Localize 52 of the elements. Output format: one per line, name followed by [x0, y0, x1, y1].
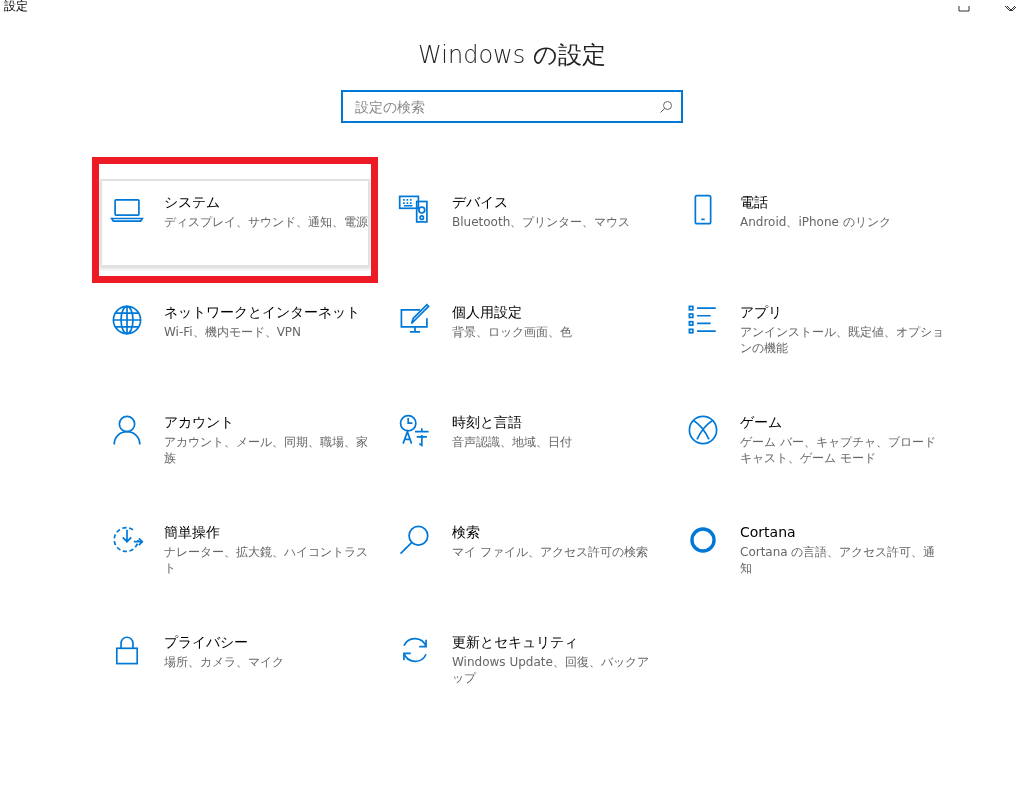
category-title: ゲーム — [740, 413, 783, 431]
category-description: ナレーター、拡大鏡、ハイコントラスト — [164, 544, 368, 576]
category-tile[interactable]: ネットワークとインターネット Wi-Fi、機内モード、VPN — [100, 289, 370, 377]
page-heading: Windows の設定 — [417, 40, 607, 70]
category-title: 電話 — [740, 193, 769, 211]
maximize-icon[interactable] — [958, 6, 970, 12]
category-description: 背景、ロック画面、色 — [452, 324, 573, 340]
category-description: Bluetooth、プリンター、マウス — [452, 214, 632, 230]
category-description: Wi-Fi、機内モード、VPN — [164, 324, 303, 340]
category-tile[interactable]: 時刻と言語 音声認識、地域、日付 — [388, 399, 658, 487]
category-title: プライバシー — [164, 633, 249, 651]
xbox-icon — [686, 413, 720, 447]
category-tile[interactable]: ゲーム ゲーム バー、キャプチャ、ブロードキャスト、ゲーム モード — [676, 399, 946, 487]
category-description: Android、iPhone のリンク — [740, 214, 892, 230]
window-title: 設定 — [3, 0, 28, 12]
search-icon — [398, 523, 432, 557]
category-title: 時刻と言語 — [452, 413, 523, 431]
category-tile[interactable]: 電話 Android、iPhone のリンク — [676, 179, 946, 267]
category-description: 音声認識、地域、日付 — [452, 434, 573, 450]
category-title: 個人用設定 — [452, 303, 523, 321]
close-icon[interactable] — [1004, 6, 1016, 12]
category-title: 簡単操作 — [164, 523, 221, 541]
category-tile[interactable]: 検索 マイ ファイル、アクセス許可の検索 — [388, 509, 658, 597]
category-tile[interactable]: 簡単操作 ナレーター、拡大鏡、ハイコントラスト — [100, 509, 370, 597]
category-title: アプリ — [740, 303, 783, 321]
category-title: ネットワークとインターネット — [164, 303, 361, 321]
category-tile[interactable]: システム ディスプレイ、サウンド、通知、電源 — [100, 179, 370, 267]
category-title: Cortana — [740, 523, 797, 541]
search-field[interactable]: 設定の検索 — [341, 90, 683, 123]
category-description: Cortana の言語、アクセス許可、通知 — [740, 544, 937, 576]
category-title: アカウント — [164, 413, 235, 431]
category-tile[interactable]: Cortana Cortana の言語、アクセス許可、通知 — [676, 509, 946, 597]
globe-icon — [110, 303, 144, 337]
category-description: アカウント、メール、同期、職場、家族 — [164, 434, 368, 466]
category-tile[interactable]: デバイス Bluetooth、プリンター、マウス — [388, 179, 658, 267]
clock-letters-icon — [398, 413, 432, 447]
category-tile[interactable]: プライバシー 場所、カメラ、マイク — [100, 619, 370, 707]
category-title: デバイス — [452, 193, 509, 211]
category-description: Windows Update、回復、バックアップ — [452, 654, 650, 686]
category-description: 場所、カメラ、マイク — [164, 654, 285, 670]
category-tile[interactable]: アカウント アカウント、メール、同期、職場、家族 — [100, 399, 370, 487]
category-description: アンインストール、既定値、オプションの機能 — [740, 324, 944, 356]
category-tile[interactable]: アプリ アンインストール、既定値、オプションの機能 — [676, 289, 946, 377]
category-tile[interactable]: 個人用設定 背景、ロック画面、色 — [388, 289, 658, 377]
category-description: ディスプレイ、サウンド、通知、電源 — [164, 214, 368, 230]
category-description: ゲーム バー、キャプチャ、ブロードキャスト、ゲーム モード — [740, 434, 937, 466]
category-tile[interactable]: 更新とセキュリティ Windows Update、回復、バックアップ — [388, 619, 658, 707]
category-title: 検索 — [452, 523, 481, 541]
category-title: システム — [164, 193, 221, 211]
search-icon — [659, 100, 673, 114]
category-description: マイ ファイル、アクセス許可の検索 — [452, 544, 649, 560]
category-title: 更新とセキュリティ — [452, 633, 579, 651]
